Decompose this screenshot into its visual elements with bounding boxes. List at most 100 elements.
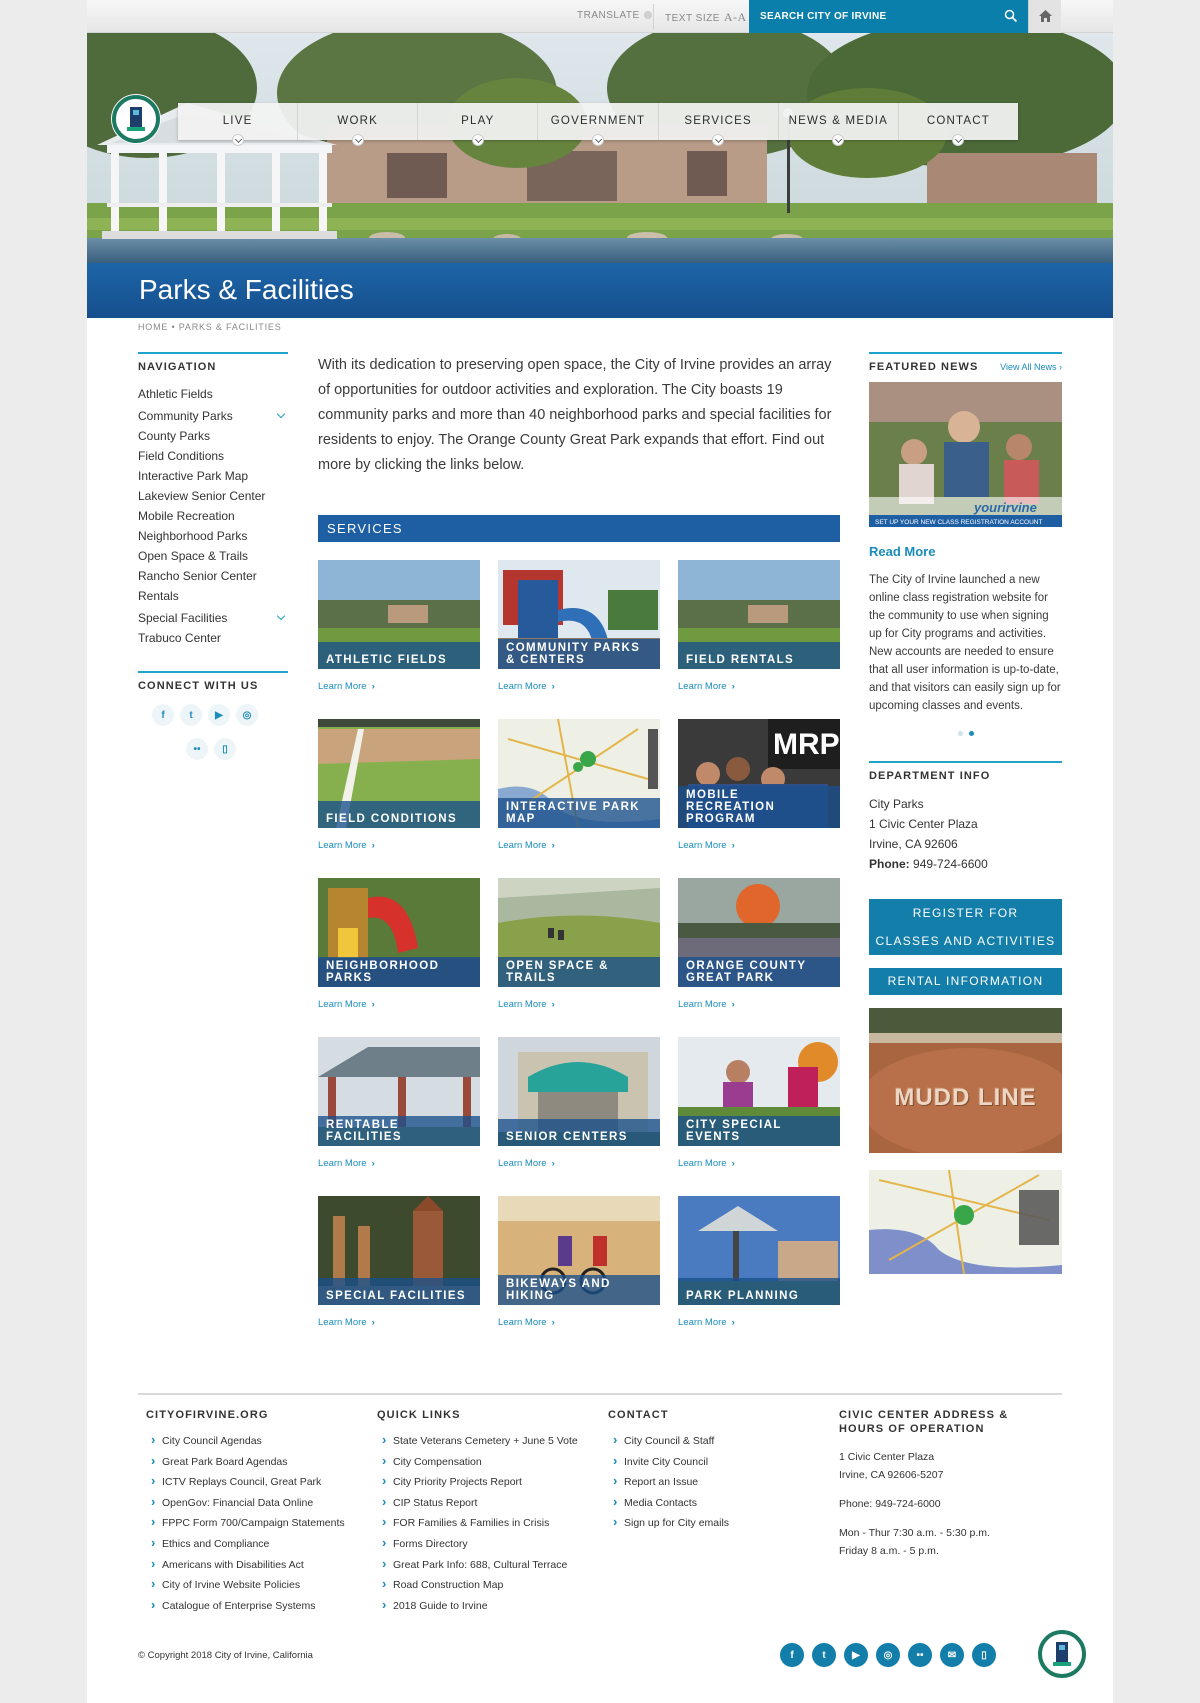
learn-more-link[interactable]: Learn More — [318, 999, 375, 1010]
sidebar-item-lakeview-senior-center[interactable]: Lakeview Senior Center — [138, 487, 288, 507]
service-tile-mobile-recreation[interactable]: MRP MOBILE RECREATION PROGRAM Learn More — [678, 719, 840, 851]
sidebar-item-rentals[interactable]: Rentals — [138, 587, 288, 607]
sidebar-item-mobile-recreation[interactable]: Mobile Recreation — [138, 507, 288, 527]
learn-more-link[interactable]: Learn More — [498, 999, 555, 1010]
footer-link[interactable]: Ethics and Compliance — [146, 1534, 345, 1556]
footer-link[interactable]: OpenGov: Financial Data Online — [146, 1493, 345, 1515]
learn-more-link[interactable]: Learn More — [678, 1158, 735, 1169]
learn-more-link[interactable]: Learn More — [678, 999, 735, 1010]
sidebar-item-athletic-fields[interactable]: Athletic Fields — [138, 385, 288, 405]
search-input[interactable]: SEARCH CITY OF IRVINE — [760, 11, 887, 22]
learn-more-link[interactable]: Learn More — [678, 681, 735, 692]
learn-more-link[interactable]: Learn More — [498, 1317, 555, 1328]
youtube-icon[interactable]: ▶ — [844, 1643, 868, 1667]
learn-more-link[interactable]: Learn More — [318, 681, 375, 692]
park-map-thumbnail[interactable] — [869, 1170, 1062, 1274]
city-logo[interactable] — [110, 93, 162, 145]
chevron-down-icon[interactable] — [276, 409, 286, 419]
footer-link[interactable]: Great Park Board Agendas — [146, 1452, 345, 1474]
service-tile-park-planning[interactable]: PARK PLANNING Learn More — [678, 1196, 840, 1328]
sidebar-item-community-parks[interactable]: Community Parks — [138, 407, 288, 427]
footer-link[interactable]: City of Irvine Website Policies — [146, 1575, 345, 1597]
footer-link[interactable]: Great Park Info: 688, Cultural Terrace — [377, 1555, 578, 1577]
mobile-icon[interactable]: ▯ — [214, 738, 236, 760]
carousel-dot-active[interactable] — [968, 731, 974, 736]
service-tile-city-special-events[interactable]: CITY SPECIAL EVENTS Learn More — [678, 1037, 840, 1169]
carousel-dot[interactable] — [957, 731, 963, 736]
service-tile-field-rentals[interactable]: FIELD RENTALS Learn More — [678, 560, 840, 692]
footer-link[interactable]: Media Contacts — [608, 1493, 729, 1515]
learn-more-link[interactable]: Learn More — [498, 1158, 555, 1169]
site-search[interactable]: SEARCH CITY OF IRVINE — [749, 0, 1028, 33]
footer-link[interactable]: FPPC Form 700/Campaign Statements — [146, 1513, 345, 1535]
learn-more-link[interactable]: Learn More — [678, 840, 735, 851]
register-classes-button[interactable]: REGISTER FOR CLASSES AND ACTIVITIES — [869, 899, 1062, 955]
nav-work[interactable]: WORK — [298, 103, 419, 146]
sidebar-item-neighborhood-parks[interactable]: Neighborhood Parks — [138, 527, 288, 547]
nav-government[interactable]: GOVERNMENT — [538, 103, 659, 146]
nav-contact[interactable]: CONTACT — [899, 103, 1018, 146]
rental-information-button[interactable]: RENTAL INFORMATION — [869, 968, 1062, 995]
footer-link[interactable]: ICTV Replays Council, Great Park — [146, 1472, 345, 1494]
chevron-down-icon[interactable] — [591, 134, 604, 146]
chevron-down-icon[interactable] — [231, 134, 244, 146]
twitter-icon[interactable]: t — [180, 704, 202, 726]
footer-link[interactable]: 2018 Guide to Irvine — [377, 1596, 578, 1618]
learn-more-link[interactable]: Learn More — [498, 840, 555, 851]
service-tile-field-conditions[interactable]: FIELD CONDITIONS Learn More — [318, 719, 480, 851]
breadcrumb[interactable]: HOME • PARKS & FACILITIES — [138, 322, 282, 332]
sidebar-item-rancho-senior-center[interactable]: Rancho Senior Center — [138, 567, 288, 587]
flickr-icon[interactable]: •• — [186, 738, 208, 760]
chevron-down-icon[interactable] — [351, 134, 364, 146]
text-size-control[interactable]: TEXT SIZE A-A — [665, 10, 747, 25]
chevron-down-icon[interactable] — [471, 134, 484, 146]
mobile-icon[interactable]: ▯ — [972, 1643, 996, 1667]
learn-more-link[interactable]: Learn More — [318, 1317, 375, 1328]
twitter-icon[interactable]: t — [812, 1643, 836, 1667]
sidebar-item-special-facilities[interactable]: Special Facilities — [138, 609, 288, 629]
service-tile-open-space-trails[interactable]: OPEN SPACE & TRAILS Learn More — [498, 878, 660, 1010]
flickr-icon[interactable]: •• — [908, 1643, 932, 1667]
instagram-icon[interactable]: ◎ — [236, 704, 258, 726]
featured-news-image[interactable]: yourirvine SET UP YOUR NEW CLASS REGISTR… — [869, 382, 1062, 527]
instagram-icon[interactable]: ◎ — [876, 1643, 900, 1667]
learn-more-link[interactable]: Learn More — [318, 840, 375, 851]
mudd-line-promo[interactable]: MUDD LINE — [869, 1008, 1062, 1153]
sidebar-item-trabuco-center[interactable]: Trabuco Center — [138, 629, 288, 649]
learn-more-link[interactable]: Learn More — [318, 1158, 375, 1169]
read-more-link[interactable]: Read More — [869, 544, 1062, 559]
service-tile-senior-centers[interactable]: SENIOR CENTERS Learn More — [498, 1037, 660, 1169]
learn-more-link[interactable]: Learn More — [678, 1317, 735, 1328]
nav-news-media[interactable]: NEWS & MEDIA — [779, 103, 899, 146]
footer-link[interactable]: City Priority Projects Report — [377, 1472, 578, 1494]
nav-live[interactable]: LIVE — [178, 103, 299, 146]
service-tile-community-parks[interactable]: COMMUNITY PARKS & CENTERS Learn More — [498, 560, 660, 692]
search-icon[interactable] — [1004, 9, 1018, 23]
footer-link[interactable]: FOR Families & Families in Crisis — [377, 1513, 578, 1535]
footer-link[interactable]: Forms Directory — [377, 1534, 578, 1556]
sidebar-item-field-conditions[interactable]: Field Conditions — [138, 447, 288, 467]
footer-link[interactable]: CIP Status Report — [377, 1493, 578, 1515]
sidebar-item-interactive-park-map[interactable]: Interactive Park Map — [138, 467, 288, 487]
service-tile-bikeways-hiking[interactable]: BIKEWAYS AND HIKING Learn More — [498, 1196, 660, 1328]
email-icon[interactable]: ✉ — [940, 1643, 964, 1667]
nav-services[interactable]: SERVICES — [659, 103, 779, 146]
footer-link[interactable]: Catalogue of Enterprise Systems — [146, 1596, 345, 1618]
footer-link[interactable]: Report an Issue — [608, 1472, 729, 1494]
footer-link[interactable]: State Veterans Cemetery + June 5 Vote — [377, 1431, 578, 1453]
footer-link[interactable]: Sign up for City emails — [608, 1513, 729, 1535]
footer-link[interactable]: Road Construction Map — [377, 1575, 578, 1597]
youtube-icon[interactable]: ▶ — [208, 704, 230, 726]
nav-play[interactable]: PLAY — [418, 103, 539, 146]
service-tile-interactive-park-map[interactable]: INTERACTIVE PARK MAP Learn More — [498, 719, 660, 851]
footer-link[interactable]: City Council Agendas — [146, 1431, 345, 1453]
footer-link[interactable]: City Compensation — [377, 1452, 578, 1474]
sidebar-item-open-space-trails[interactable]: Open Space & Trails — [138, 547, 288, 567]
service-tile-athletic-fields[interactable]: ATHLETIC FIELDS Learn More — [318, 560, 480, 692]
service-tile-orange-county-great-park[interactable]: ORANGE COUNTY GREAT PARK Learn More — [678, 878, 840, 1010]
service-tile-rentable-facilities[interactable]: RENTABLE FACILITIES Learn More — [318, 1037, 480, 1169]
sidebar-item-county-parks[interactable]: County Parks — [138, 427, 288, 447]
footer-city-logo[interactable] — [1036, 1628, 1088, 1680]
chevron-down-icon[interactable] — [276, 611, 286, 621]
footer-link[interactable]: Invite City Council — [608, 1452, 729, 1474]
